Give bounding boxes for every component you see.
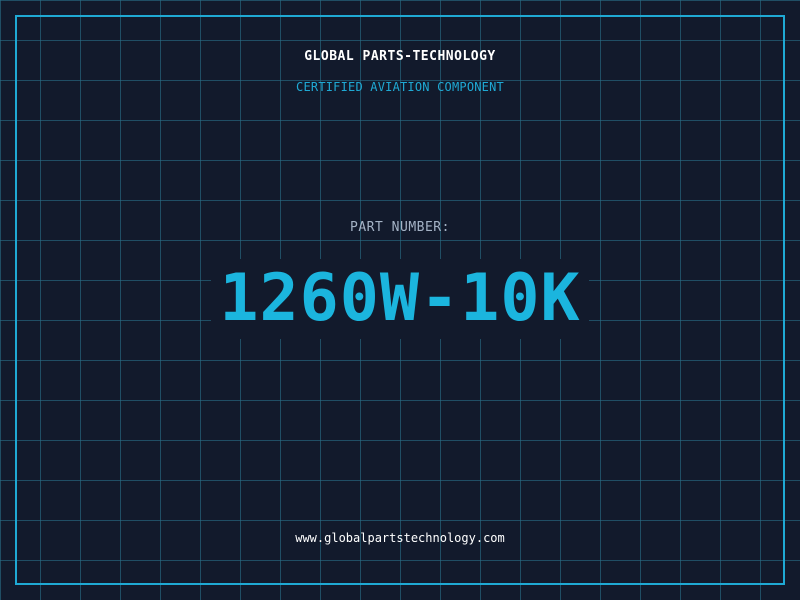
website-url: www.globalpartstechnology.com bbox=[295, 531, 505, 545]
certification-subtitle: CERTIFIED AVIATION COMPONENT bbox=[296, 80, 504, 94]
part-number-label: PART NUMBER: bbox=[350, 220, 450, 235]
brand-title: GLOBAL PARTS-TECHNOLOGY bbox=[304, 49, 496, 64]
part-number-block: 1260W-10K bbox=[0, 259, 800, 339]
part-number: 1260W-10K bbox=[211, 259, 589, 339]
